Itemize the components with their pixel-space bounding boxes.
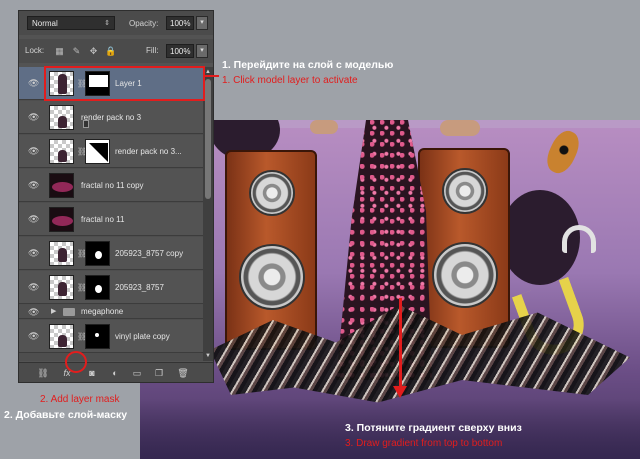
folder-icon: [63, 308, 75, 316]
layer-name: render pack no 3...: [115, 147, 182, 156]
layer-options-bar: Normal ⇕ Opacity: 100% ▾: [19, 11, 213, 35]
layer-group-row[interactable]: 👁 ▶ megaphone: [19, 305, 203, 319]
adjustment-layer-icon[interactable]: ◐: [109, 367, 121, 379]
new-layer-icon[interactable]: ❐: [153, 367, 165, 379]
add-layer-mask-icon[interactable]: ◙: [86, 367, 98, 379]
visibility-eye-icon[interactable]: 👁: [28, 248, 40, 258]
guitar-graphic: [541, 126, 585, 178]
layer-row[interactable]: 👁 render pack no 3: [19, 101, 203, 134]
model-arm-left: [310, 120, 338, 134]
layer-name: 205923_8757: [115, 283, 164, 292]
layer-mask-thumbnail[interactable]: [85, 241, 110, 266]
layers-scrollbar[interactable]: ▲ ▼: [203, 67, 213, 361]
layer-row[interactable]: 👁 ⛓ render pack no 3...: [19, 135, 203, 168]
step3-instruction-en: 3. Draw gradient from top to bottom: [345, 438, 503, 449]
group-name: megaphone: [81, 307, 124, 316]
model-arm-right: [440, 120, 480, 136]
layer-thumbnail: [49, 105, 74, 130]
lock-transparent-pixels-icon[interactable]: ▦: [54, 46, 65, 57]
scroll-down-icon[interactable]: ▼: [203, 351, 213, 361]
lock-position-icon[interactable]: ✥: [88, 46, 99, 57]
layer-thumbnail: [49, 324, 74, 349]
layer-thumbnail: [49, 139, 74, 164]
layer-thumbnail: [49, 207, 74, 232]
speaker-left: [225, 150, 317, 350]
opacity-field[interactable]: 100%: [166, 16, 194, 30]
step2-instruction-ru: 2. Добавьте слой-маску: [4, 409, 128, 421]
layer-row[interactable]: 👁 ⛓ 205923_8757: [19, 271, 203, 304]
headphones-graphic: [562, 225, 596, 253]
layer-thumbnail: [49, 173, 74, 198]
visibility-eye-icon[interactable]: 👁: [28, 331, 40, 341]
step2-instruction-en: 2. Add layer mask: [40, 394, 120, 405]
layer-name: vinyl plate copy: [115, 332, 170, 341]
lock-all-icon[interactable]: 🔒: [105, 46, 116, 57]
trash-icon[interactable]: 🗑: [177, 367, 189, 379]
mask-link-icon[interactable]: ⛓: [77, 249, 87, 259]
layer-mask-thumbnail[interactable]: [85, 275, 110, 300]
visibility-eye-icon[interactable]: 👁: [28, 112, 40, 122]
step1-instruction-ru: 1. Перейдите на слой с моделью: [222, 59, 394, 71]
opacity-dropdown-button[interactable]: ▾: [196, 16, 208, 30]
visibility-eye-icon[interactable]: 👁: [28, 282, 40, 292]
speaker-right: [418, 148, 510, 348]
layer-thumbnail: [49, 241, 74, 266]
fill-label: Fill:: [146, 46, 159, 55]
layers-list: 👁 ⛓ Layer 1 👁 render pack no 3 👁 ⛓ rende…: [19, 67, 203, 361]
gradient-direction-arrow: [399, 298, 402, 390]
blend-mode-select[interactable]: Normal ⇕: [27, 16, 115, 30]
layer-row[interactable]: 👁 ⛓ vinyl plate copy: [19, 320, 203, 353]
layer-name: fractal no 11 copy: [81, 181, 144, 190]
lock-options-bar: Lock: ▦ ✎ ✥ 🔒 Fill: 100% ▾: [19, 39, 213, 63]
visibility-eye-icon[interactable]: 👁: [28, 78, 40, 88]
mask-link-icon[interactable]: ⛓: [77, 147, 87, 157]
visibility-eye-icon[interactable]: 👁: [28, 214, 40, 224]
fill-dropdown-button[interactable]: ▾: [196, 44, 208, 58]
layer-thumbnail: [49, 275, 74, 300]
layer-name: 205923_8757 copy: [115, 249, 184, 258]
mask-link-icon[interactable]: ⛓: [77, 332, 87, 342]
callout-connector: [205, 75, 219, 77]
layer-name: render pack no 3: [81, 113, 142, 122]
step3-instruction-ru: 3. Потяните градиент сверху вниз: [345, 422, 522, 434]
scrollbar-thumb[interactable]: [205, 79, 211, 199]
lock-label: Lock:: [25, 46, 45, 55]
opacity-label: Opacity:: [129, 19, 159, 28]
layer-row[interactable]: 👁 ⛓ 205923_8757 copy: [19, 237, 203, 270]
layer-row[interactable]: 👁 fractal no 11 copy: [19, 169, 203, 202]
canvas-artwork[interactable]: [140, 120, 640, 459]
layers-footer-toolbar: ⛓ fx ◙ ◐ ▭ ❐ 🗑: [19, 362, 213, 382]
visibility-eye-icon[interactable]: 👁: [28, 180, 40, 190]
step1-instruction-en: 1. Click model layer to activate: [222, 75, 358, 86]
layer-name: fractal no 11: [81, 215, 125, 224]
selected-layer-highlight: [44, 66, 205, 101]
group-folder-icon[interactable]: ▭: [131, 367, 143, 379]
visibility-eye-icon[interactable]: 👁: [28, 146, 40, 156]
fill-field[interactable]: 100%: [166, 44, 194, 58]
lock-image-pixels-icon[interactable]: ✎: [71, 46, 82, 57]
gradient-arrow-head: [393, 386, 407, 398]
visibility-eye-icon[interactable]: 👁: [28, 307, 40, 317]
layer-mask-button-highlight: [65, 351, 87, 373]
layer-mask-thumbnail[interactable]: [85, 139, 110, 164]
link-icon[interactable]: ⛓: [37, 367, 49, 379]
layer-mask-thumbnail[interactable]: [85, 324, 110, 349]
mask-link-icon[interactable]: ⛓: [77, 283, 87, 293]
chevron-updown-icon: ⇕: [104, 20, 110, 27]
expand-arrow-icon[interactable]: ▶: [51, 307, 56, 315]
layer-row[interactable]: 👁 fractal no 11: [19, 203, 203, 236]
blend-mode-value: Normal: [32, 19, 58, 28]
